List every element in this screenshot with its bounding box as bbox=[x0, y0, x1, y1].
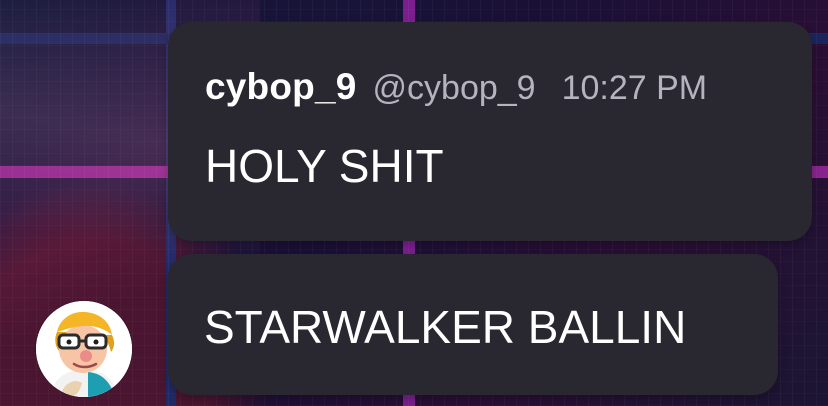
avatar[interactable] bbox=[36, 301, 132, 397]
message-timestamp: 10:27 PM bbox=[561, 69, 708, 107]
message-bubble[interactable]: STARWALKER BALLIN bbox=[168, 254, 778, 395]
message-text: HOLY SHIT bbox=[205, 140, 444, 192]
message-bubble[interactable]: cybop_9 @cybop_9 10:27 PM HOLY SHIT bbox=[168, 22, 812, 241]
author-handle[interactable]: @cybop_9 bbox=[373, 69, 536, 108]
author-name[interactable]: cybop_9 bbox=[205, 66, 357, 108]
message-text: STARWALKER BALLIN bbox=[204, 301, 687, 353]
cartoon-person-avatar-icon bbox=[36, 301, 132, 397]
message-meta: cybop_9 @cybop_9 10:27 PM bbox=[205, 66, 775, 108]
